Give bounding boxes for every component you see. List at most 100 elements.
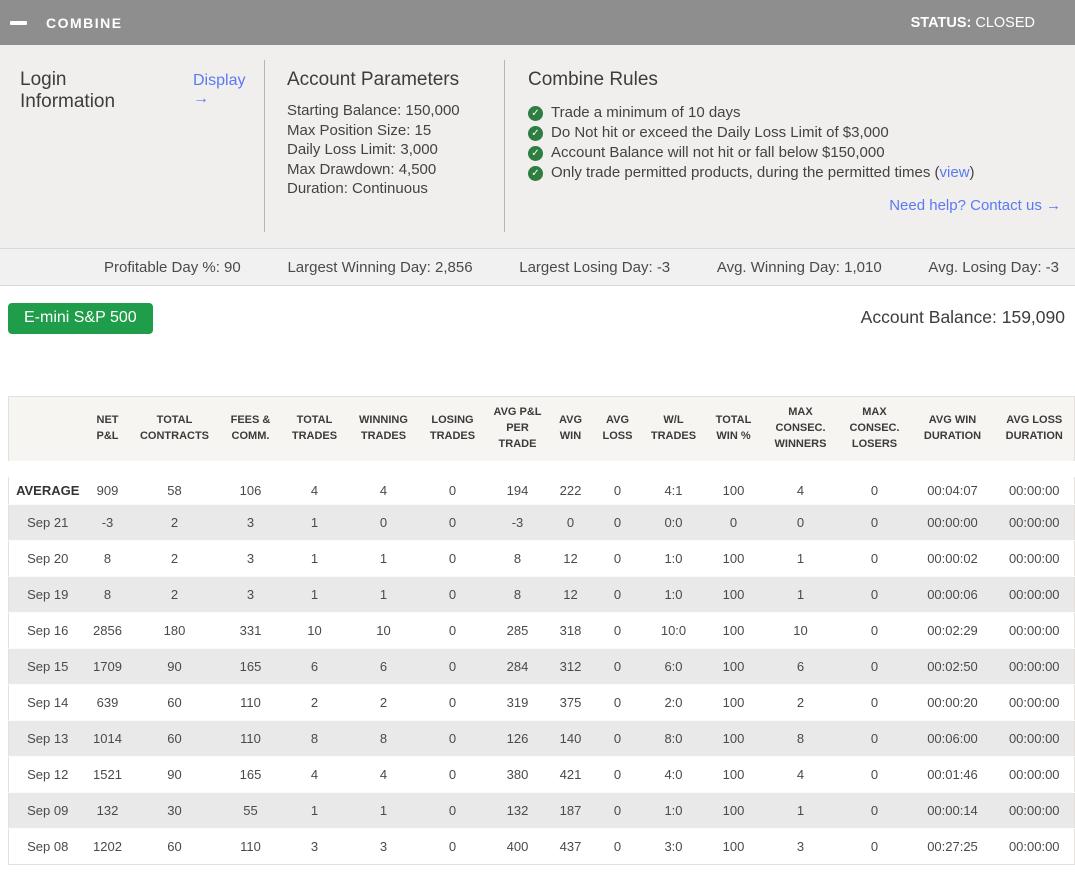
table-cell: 165 xyxy=(220,756,281,793)
table-cell: 0 xyxy=(418,648,487,685)
table-row: AVERAGE 909 58 106 4 4 0 194 222 0 4:1 100 4 0 00:04:0… xyxy=(8,468,1075,505)
table-cell: 0 xyxy=(838,612,911,649)
table-cell: 00:00:00 xyxy=(994,540,1075,577)
column-header: MAX CONSEC. WINNERS xyxy=(762,396,839,477)
column-header: TOTAL CONTRACTS xyxy=(128,396,221,477)
daily-performance-table-wrap: NET P&L TOTAL CONTRACTS FEES & COMM. TOTAL … xyxy=(8,396,1075,866)
contact-us-link[interactable]: Need help? Contact us → xyxy=(889,197,1061,214)
table-cell: 8 xyxy=(486,540,549,577)
combine-rules-section: Combine Rules ✓ Trade a minimum of 10 day… xyxy=(505,45,1075,248)
table-cell: 4 xyxy=(280,756,349,793)
table-cell: 10:0 xyxy=(642,612,705,649)
table-cell: 00:00:20 xyxy=(910,684,995,721)
column-header: AVG LOSS xyxy=(592,396,643,477)
table-cell: -3 xyxy=(86,504,129,541)
table-cell: 0 xyxy=(592,576,643,613)
status-label: STATUS: xyxy=(910,14,972,31)
column-header: TOTAL WIN % xyxy=(704,396,763,477)
table-cell: 0 xyxy=(592,504,643,541)
table-cell: 1 xyxy=(280,576,349,613)
account-balance: Account Balance: 159,090 xyxy=(860,307,1065,327)
view-link[interactable]: view xyxy=(940,164,970,181)
collapse-icon[interactable] xyxy=(10,20,27,25)
table-cell: 0 xyxy=(838,576,911,613)
table-cell: 180 xyxy=(128,612,221,649)
table-row: Sep 16 2856 180 331 10 10 0 285 318 0 10:0 100 10 0 00… xyxy=(8,612,1075,649)
rule-text: Account Balance will not hit or fall bel… xyxy=(551,144,885,161)
table-cell: 00:02:50 xyxy=(910,648,995,685)
table-cell: 3 xyxy=(348,828,419,865)
table-cell: 110 xyxy=(220,684,281,721)
table-cell: 3 xyxy=(220,576,281,613)
table-cell: 1 xyxy=(348,576,419,613)
table-cell: 639 xyxy=(86,684,129,721)
login-information-title: Login Information xyxy=(20,69,116,112)
table-cell: 0 xyxy=(838,792,911,829)
row-label: Sep 21 xyxy=(8,504,87,541)
table-cell: 140 xyxy=(548,720,593,757)
table-cell: 375 xyxy=(548,684,593,721)
table-cell: 00:00:14 xyxy=(910,792,995,829)
table-cell: 2856 xyxy=(86,612,129,649)
table-cell: 30 xyxy=(128,792,221,829)
table-cell: 2 xyxy=(762,684,839,721)
table-cell: 4 xyxy=(348,468,419,505)
table-row: Sep 08 1202 60 110 3 3 0 400 437 0 3:0 100 3 0 00:27:2… xyxy=(8,828,1075,865)
table-cell: 0 xyxy=(548,504,593,541)
table-row: Sep 14 639 60 110 2 2 0 319 375 0 2:0 100 2 0 00:00:20… xyxy=(8,684,1075,721)
table-cell: 4 xyxy=(348,756,419,793)
column-header: AVG LOSS DURATION xyxy=(994,396,1075,477)
table-cell: 100 xyxy=(704,828,763,865)
table-cell: 6:0 xyxy=(642,648,705,685)
table-cell: 00:00:00 xyxy=(910,504,995,541)
column-header xyxy=(8,396,87,477)
table-cell: 110 xyxy=(220,720,281,757)
table-cell: 00:27:25 xyxy=(910,828,995,865)
rule-item: ✓ Account Balance will not hit or fall be… xyxy=(528,143,1061,163)
table-row: Sep 20 8 2 3 1 1 0 8 12 0 1:0 100 1 0 00:00:02 00:00:00 xyxy=(8,540,1075,577)
table-cell: 4 xyxy=(762,756,839,793)
table-cell: 8:0 xyxy=(642,720,705,757)
table-cell: 132 xyxy=(486,792,549,829)
table-cell: 0:0 xyxy=(642,504,705,541)
table-cell: 0 xyxy=(418,612,487,649)
table-cell: 100 xyxy=(704,756,763,793)
table-cell: 4 xyxy=(280,468,349,505)
table-cell: 2 xyxy=(280,684,349,721)
table-cell: 380 xyxy=(486,756,549,793)
info-panels: Login Information Display → Account Para… xyxy=(0,45,1075,248)
table-cell: 90 xyxy=(128,648,221,685)
product-button[interactable]: E-mini S&P 500 xyxy=(8,303,153,334)
table-cell: 1:0 xyxy=(642,792,705,829)
login-information-section: Login Information Display → xyxy=(0,45,264,248)
table-cell: 0 xyxy=(418,792,487,829)
row-label: Sep 12 xyxy=(8,756,87,793)
status-badge: STATUS: CLOSED xyxy=(911,15,1035,31)
table-cell: 1 xyxy=(762,540,839,577)
account-parameter: Max Drawdown: 4,500 xyxy=(287,160,437,178)
check-icon: ✓ xyxy=(528,145,543,161)
table-cell: 4 xyxy=(762,468,839,505)
table-cell: 1 xyxy=(280,792,349,829)
table-cell: 0 xyxy=(592,828,643,865)
table-cell: 4:0 xyxy=(642,756,705,793)
table-cell: 00:00:00 xyxy=(994,756,1075,793)
table-cell: 100 xyxy=(704,648,763,685)
account-parameters-title: Account Parameters xyxy=(287,69,460,90)
table-cell: 0 xyxy=(592,468,643,505)
table-cell: 100 xyxy=(704,684,763,721)
check-icon: ✓ xyxy=(528,105,543,121)
row-label: AVERAGE xyxy=(8,468,87,505)
account-parameters-section: Account Parameters Starting Balance: 150… xyxy=(265,45,504,248)
check-icon: ✓ xyxy=(528,165,543,181)
table-cell: 1 xyxy=(280,504,349,541)
table-cell: 400 xyxy=(486,828,549,865)
daily-performance-table: NET P&L TOTAL CONTRACTS FEES & COMM. TOTAL … xyxy=(8,396,1075,866)
table-cell: 0 xyxy=(838,468,911,505)
table-cell: 12 xyxy=(548,540,593,577)
table-cell: -3 xyxy=(486,504,549,541)
column-header: AVG P&L PER TRADE xyxy=(486,396,549,477)
display-link[interactable]: Display → xyxy=(193,72,264,108)
table-cell: 110 xyxy=(220,828,281,865)
table-cell: 12 xyxy=(548,576,593,613)
